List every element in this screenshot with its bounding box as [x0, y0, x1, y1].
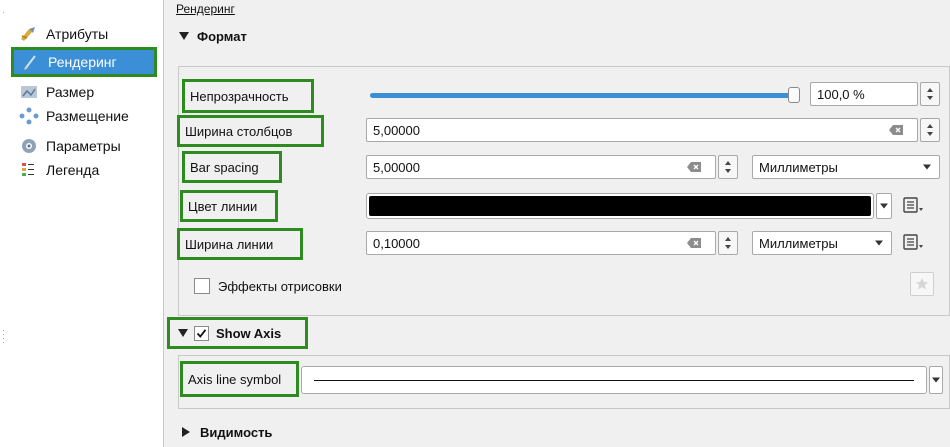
chevron-down-icon: [875, 240, 883, 246]
placement-icon: [18, 106, 40, 126]
visibility-group-toggle[interactable]: Видимость: [182, 422, 272, 442]
bar-spacing-spinbox-arrows[interactable]: [718, 155, 738, 179]
clear-value-icon[interactable]: [889, 125, 903, 135]
line-color-label: Цвет линии: [180, 190, 278, 222]
bar-width-spinbox-arrows[interactable]: [920, 118, 940, 142]
opacity-slider-fill: [370, 93, 790, 98]
visibility-group-title: Видимость: [200, 424, 273, 440]
sidebar-item-rendering[interactable]: Рендеринг: [11, 47, 157, 77]
bar-spacing-unit-value: Миллиметры: [759, 159, 838, 175]
bar-spacing-value: 5,00000: [373, 159, 420, 175]
star-icon: [916, 278, 928, 290]
bar-width-label: Ширина столбцов: [177, 115, 324, 147]
data-defined-override-icon[interactable]: [902, 196, 926, 216]
line-color-swatch: [369, 196, 871, 216]
chevron-down-icon: [880, 203, 888, 209]
sidebar-item-label: Параметры: [46, 138, 121, 154]
opacity-slider[interactable]: [370, 87, 800, 105]
axis-line-preview: [314, 380, 914, 381]
show-axis-checkbox[interactable]: [194, 325, 209, 341]
opacity-value: 100,0 %: [817, 86, 865, 102]
bar-width-value: 5,00000: [373, 122, 420, 138]
bar-width-input[interactable]: 5,00000: [366, 118, 918, 142]
opacity-spinbox-arrows[interactable]: [920, 82, 940, 106]
sidebar-item-attributes[interactable]: Атрибуты: [12, 22, 160, 46]
chevron-down-icon: [932, 377, 940, 383]
spin-arrows-icon: [927, 124, 933, 136]
chevron-down-icon: [923, 164, 931, 170]
bar-spacing-unit-select[interactable]: Миллиметры: [752, 155, 940, 179]
sidebar-item-size[interactable]: Размер: [12, 80, 160, 104]
line-width-label: Ширина линии: [177, 228, 303, 260]
draw-effects-checkbox[interactable]: [194, 278, 210, 294]
format-group-toggle[interactable]: Формат: [179, 26, 247, 46]
sidebar-item-legend[interactable]: Легенда: [12, 158, 160, 182]
attributes-icon: [18, 24, 40, 44]
bar-spacing-label: Bar spacing: [182, 151, 282, 183]
axis-line-symbol-label: Axis line symbol: [180, 361, 299, 397]
sidebar-item-label: Атрибуты: [46, 26, 109, 42]
collapse-arrow-icon: [179, 32, 189, 40]
show-axis-title: Show Axis: [216, 325, 282, 341]
data-defined-override-icon[interactable]: [902, 233, 926, 253]
draw-effects-label: Эффекты отрисовки: [218, 278, 342, 294]
sidebar-item-label: Легенда: [46, 162, 100, 178]
show-axis-group-toggle[interactable]: Show Axis: [167, 317, 308, 349]
size-icon: [18, 82, 40, 102]
expand-arrow-icon: [182, 427, 190, 437]
options-icon: [18, 136, 40, 156]
spin-arrows-icon: [725, 237, 731, 249]
line-width-unit-select[interactable]: Миллиметры: [752, 231, 892, 255]
opacity-slider-handle[interactable]: [788, 87, 800, 103]
line-color-menu-button[interactable]: [876, 193, 892, 219]
line-color-button[interactable]: [366, 193, 874, 219]
rendering-icon: [20, 52, 42, 72]
sidebar-item-options[interactable]: Параметры: [12, 134, 160, 158]
checkmark-icon: [196, 328, 207, 338]
opacity-label: Непрозрачность: [182, 79, 314, 113]
format-group-title: Формат: [197, 28, 247, 44]
line-width-input[interactable]: 0,10000: [366, 231, 716, 255]
effects-settings-button[interactable]: [910, 272, 934, 296]
rendering-settings-panel: Рендеринг Формат Непрозрачность 100,0 % …: [164, 0, 950, 447]
line-width-unit-value: Миллиметры: [759, 235, 838, 251]
clear-value-icon[interactable]: [687, 162, 701, 172]
draw-effects-toggle[interactable]: Эффекты отрисовки: [194, 276, 342, 296]
sidebar-item-placement[interactable]: Размещение: [12, 104, 160, 128]
breadcrumb[interactable]: Рендеринг: [176, 2, 235, 16]
axis-line-symbol-button[interactable]: [301, 366, 927, 394]
bar-spacing-input[interactable]: 5,00000: [366, 155, 716, 179]
sidebar-item-label: Размер: [46, 84, 95, 100]
panel-splitter-handle[interactable]: [0, 0, 8, 447]
sidebar-item-label: Размещение: [46, 108, 129, 124]
clear-value-icon[interactable]: [687, 238, 701, 248]
settings-sidebar: Атрибуты Рендеринг Размер Размещение Пар…: [8, 0, 164, 447]
opacity-value-input[interactable]: 100,0 %: [810, 82, 918, 106]
spin-arrows-icon: [725, 161, 731, 173]
sidebar-item-label: Рендеринг: [48, 54, 117, 70]
axis-line-symbol-menu-button[interactable]: [929, 366, 943, 394]
line-width-spinbox-arrows[interactable]: [718, 231, 738, 255]
legend-icon: [18, 160, 40, 180]
line-width-value: 0,10000: [373, 235, 420, 251]
spin-arrows-icon: [927, 88, 933, 100]
collapse-arrow-icon: [178, 329, 188, 337]
